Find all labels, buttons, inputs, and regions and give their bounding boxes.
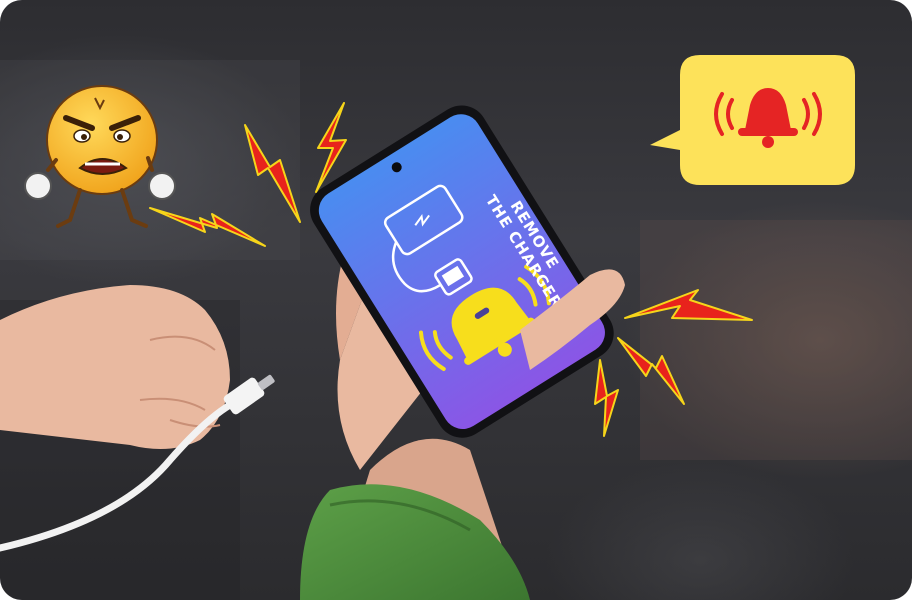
speech-bubble: [650, 55, 855, 185]
green-sleeve: [300, 484, 530, 600]
illustration: REMOVE THE CHARGER: [0, 55, 912, 600]
lightning-bolt-icon: [594, 359, 619, 437]
right-arm: [300, 438, 530, 600]
left-hand: [0, 285, 230, 449]
scene-canvas: REMOVE THE CHARGER: [0, 0, 912, 600]
